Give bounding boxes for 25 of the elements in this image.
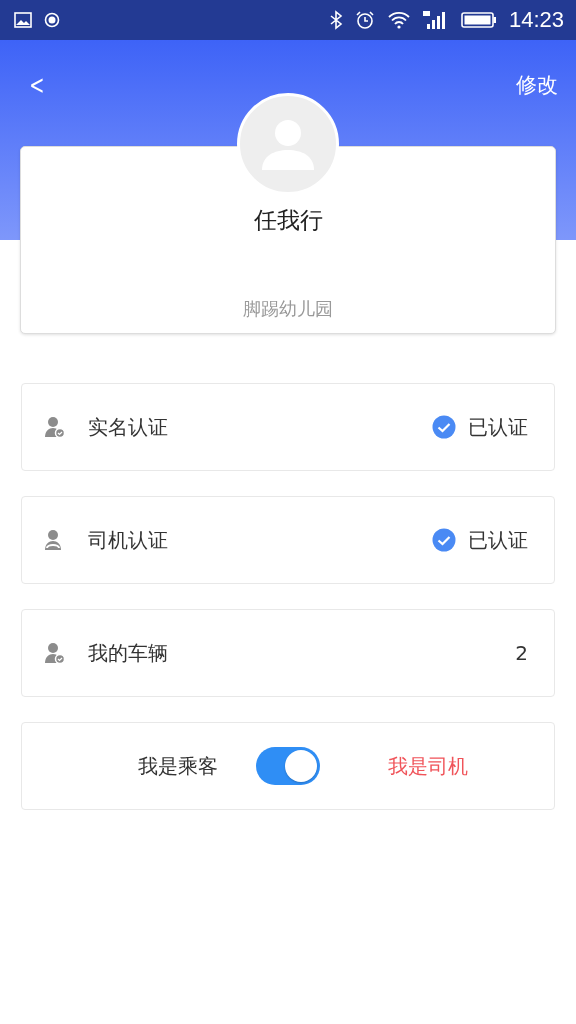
passenger-label: 我是乘客 [138,752,218,780]
user-check-icon [44,642,66,664]
wifi-icon [386,11,411,29]
settings-row[interactable]: 实名认证 已认证 [21,383,555,471]
driver-label: 我是司机 [388,752,468,780]
image-icon [14,12,32,28]
row-label: 我的车辆 [88,639,169,667]
battery-icon [460,11,497,29]
edit-button[interactable]: 修改 [516,71,558,99]
row-label: 司机认证 [88,526,169,554]
organization-name: 脚踢幼儿园 [243,297,333,321]
alarm-icon [354,10,375,30]
status-text: 已认证 [468,526,528,554]
bluetooth-icon [328,10,343,30]
vehicle-count: 2 [515,641,528,665]
role-toggle[interactable] [256,747,320,785]
settings-row[interactable]: 我的车辆 2 [21,609,555,697]
user-check-icon [44,416,66,438]
back-button[interactable]: < [25,70,49,100]
clock-time: 14:23 [508,7,564,33]
status-text: 已认证 [468,413,528,441]
user-name: 任我行 [253,206,323,235]
row-label: 实名认证 [88,413,169,441]
settings-row[interactable]: 司机认证 已认证 [21,496,555,584]
record-icon [44,12,60,28]
